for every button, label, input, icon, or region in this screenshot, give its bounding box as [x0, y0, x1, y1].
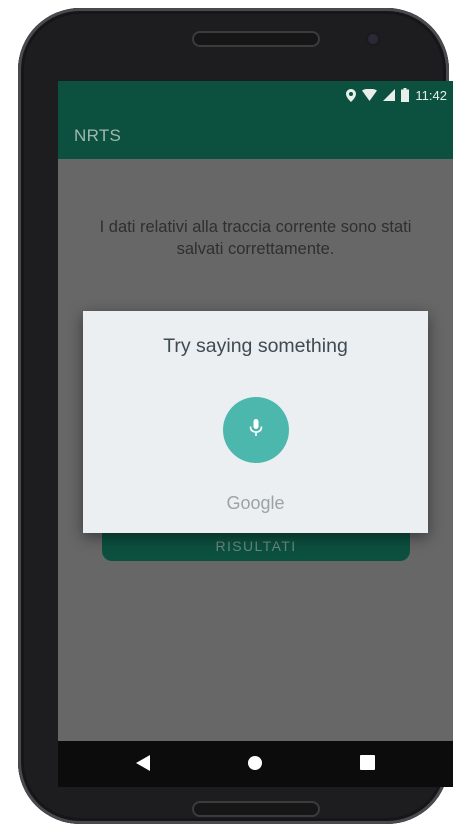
phone-frame: 11:42 NRTS I dati relativi alla traccia …: [18, 8, 453, 824]
front-camera: [368, 34, 378, 44]
navigation-bar: [58, 741, 453, 787]
back-icon: [136, 755, 150, 776]
signal-icon: [383, 89, 396, 101]
mic-icon: [249, 418, 263, 442]
home-button[interactable]: [247, 755, 263, 776]
google-brand-label: Google: [226, 493, 285, 513]
mic-button[interactable]: [223, 397, 289, 463]
home-icon: [247, 755, 263, 776]
wifi-icon: [362, 89, 378, 101]
app-bar: NRTS: [58, 109, 453, 159]
status-time: 11:42: [415, 87, 447, 103]
screen: 11:42 NRTS I dati relativi alla traccia …: [58, 81, 453, 787]
save-confirmation-message: I dati relativi alla traccia corrente so…: [99, 218, 412, 258]
back-button[interactable]: [136, 755, 150, 776]
battery-icon: [401, 88, 410, 102]
app-title: NRTS: [74, 126, 122, 145]
voice-prompt: Try saying something: [163, 335, 348, 357]
top-speaker-grille: [192, 31, 320, 47]
voice-input-dialog: Try saying something Google: [83, 311, 428, 533]
status-bar: 11:42: [58, 81, 453, 109]
bottom-speaker-grille: [192, 801, 320, 817]
status-icons: 11:42: [346, 86, 447, 104]
location-icon: [346, 88, 357, 102]
recents-button[interactable]: [360, 755, 375, 775]
recents-icon: [360, 755, 375, 775]
